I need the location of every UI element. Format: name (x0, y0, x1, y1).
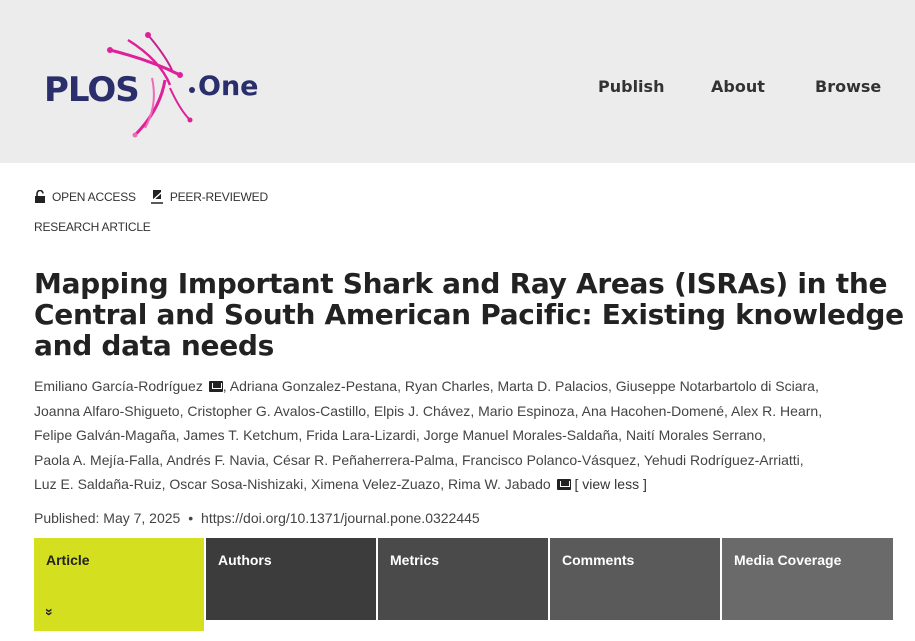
article-tabs: Article » Authors Metrics Comments Media… (34, 538, 893, 631)
author-name[interactable]: Ximena Velez-Zuazo (311, 476, 440, 492)
author-name[interactable]: Yehudi Rodríguez-Arriatti (644, 452, 800, 468)
author-name[interactable]: Oscar Sosa-Nishizaki (169, 476, 303, 492)
author-name[interactable]: Ana Hacohen-Domené (582, 403, 724, 419)
author-name[interactable]: Mario Espinoza (478, 403, 575, 419)
peer-review-icon (150, 190, 163, 204)
author-name[interactable]: Adriana Gonzalez-Pestana (230, 378, 397, 394)
nav-about[interactable]: About (711, 77, 765, 96)
tab-authors[interactable]: Authors (206, 538, 376, 620)
tab-media-coverage[interactable]: Media Coverage (722, 538, 893, 620)
author-name[interactable]: Elpis J. Chávez (374, 403, 470, 419)
lock-open-icon (35, 190, 45, 203)
nav-publish[interactable]: Publish (598, 77, 664, 96)
author-name[interactable]: Cristopher G. Avalos-Castillo (187, 403, 366, 419)
peer-reviewed-label: PEER-REVIEWED (169, 189, 268, 204)
doi-link[interactable]: https://doi.org/10.1371/journal.pone.032… (201, 510, 480, 526)
published-label: Published: (34, 510, 100, 526)
tab-metrics-label: Metrics (390, 552, 440, 568)
view-less-link[interactable]: [ view less ] (575, 476, 647, 492)
author-name[interactable]: Frida Lara-Lizardi (306, 427, 416, 443)
tab-article[interactable]: Article » (34, 538, 204, 631)
tab-media-coverage-label: Media Coverage (734, 552, 842, 568)
logo-one-text: One (198, 71, 259, 102)
publication-info: Published: May 7, 2025 • https://doi.org… (34, 510, 480, 526)
author-name[interactable]: Joanna Alfaro-Shigueto (34, 403, 180, 419)
tab-article-label: Article (46, 552, 90, 568)
article-title: Mapping Important Shark and Ray Areas (I… (34, 267, 904, 362)
logo-plos-text: PLOS (44, 70, 140, 110)
mail-icon[interactable] (208, 381, 223, 392)
open-access-badge: OPEN ACCESS (34, 190, 136, 204)
author-name[interactable]: Rima W. Jabado (448, 476, 551, 492)
author-name[interactable]: Jorge Manuel Morales-Saldaña (424, 427, 619, 443)
author-name[interactable]: Luz E. Saldaña-Ruiz (34, 476, 162, 492)
author-name[interactable]: Felipe Galván-Magaña (34, 427, 176, 443)
author-name[interactable]: Alex R. Hearn (731, 403, 818, 419)
tab-authors-label: Authors (218, 552, 272, 568)
article-type: RESEARCH ARTICLE (34, 220, 151, 234)
mail-icon[interactable] (556, 479, 571, 490)
author-name[interactable]: James T. Ketchum (183, 427, 298, 443)
author-name[interactable]: Marta D. Palacios (497, 378, 607, 394)
author-name[interactable]: Andrés F. Navia (166, 452, 265, 468)
chevron-double-down-icon: » (41, 608, 58, 616)
author-name[interactable]: César R. Peñaherrera-Palma (273, 452, 454, 468)
tab-comments[interactable]: Comments (550, 538, 720, 620)
author-name[interactable]: Paola A. Mejía-Falla (34, 452, 159, 468)
author-name[interactable]: Francisco Polanco-Vásquez (462, 452, 636, 468)
author-list: Emiliano García-Rodríguez , Adriana Gonz… (34, 378, 823, 492)
nav-browse[interactable]: Browse (815, 77, 881, 96)
site-header: PLOS One Publish About Browse (0, 0, 915, 163)
author-name[interactable]: Giuseppe Notarbartolo di Sciara (616, 378, 815, 394)
tab-metrics[interactable]: Metrics (378, 538, 548, 620)
peer-reviewed-badge: PEER-REVIEWED (150, 189, 268, 204)
article-badges: OPEN ACCESS PEER-REVIEWED (34, 189, 282, 204)
author-name[interactable]: Ryan Charles (405, 378, 490, 394)
author-name[interactable]: Naití Morales Serrano (626, 427, 762, 443)
published-date: May 7, 2025 (103, 510, 181, 526)
author-name[interactable]: Emiliano García-Rodríguez (34, 378, 203, 394)
open-access-label: OPEN ACCESS (52, 189, 136, 204)
separator-dot: • (188, 510, 194, 526)
tab-comments-label: Comments (562, 552, 635, 568)
plos-one-logo[interactable]: PLOS One (40, 30, 280, 140)
